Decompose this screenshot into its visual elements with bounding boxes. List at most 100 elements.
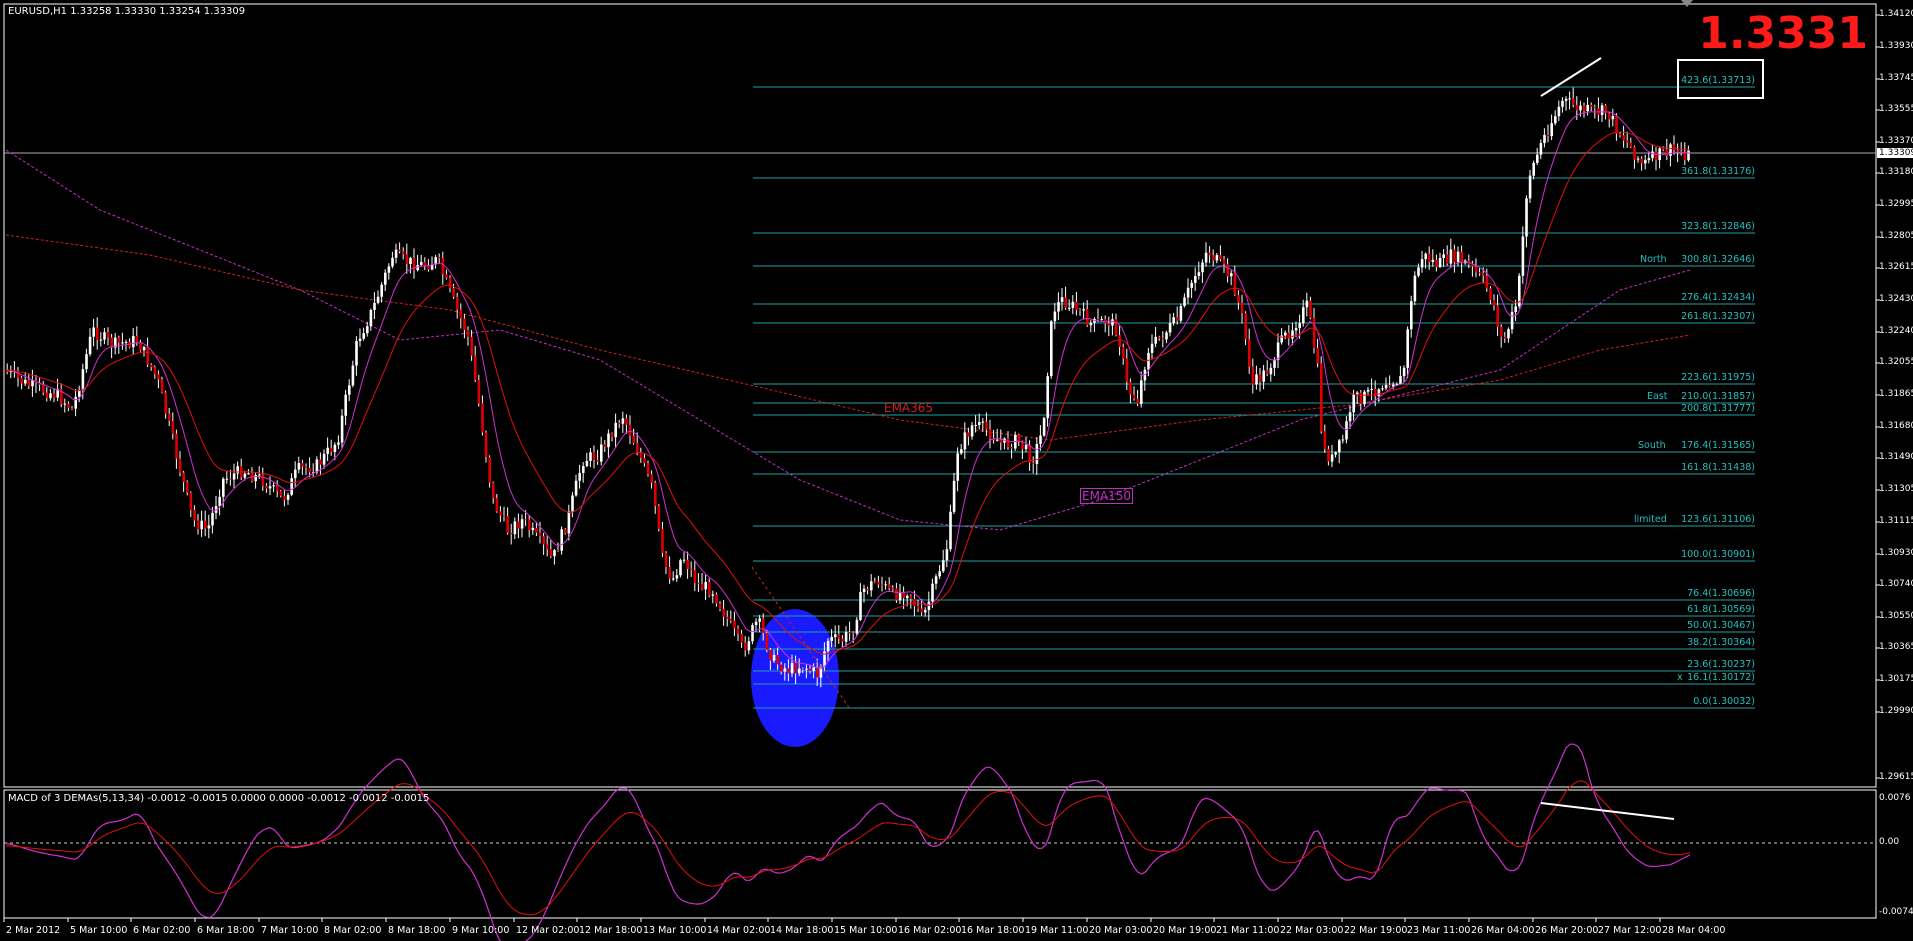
candle-body: [1323, 431, 1327, 449]
candle-body: [1658, 148, 1661, 161]
candle-body: [528, 519, 531, 531]
candle-body: [1316, 348, 1319, 364]
candle-body: [603, 444, 607, 448]
candle-body: [772, 654, 776, 661]
candle-body: [1500, 326, 1503, 337]
candle-body: [1197, 272, 1201, 277]
candle-body: [1485, 275, 1489, 289]
candle-body: [294, 469, 297, 479]
candle-body: [1471, 264, 1474, 267]
candle-body: [1417, 267, 1420, 276]
candle-body: [49, 393, 52, 399]
fib-level-label: 200.8(1.31777): [1681, 403, 1755, 414]
candle-body: [211, 512, 214, 526]
time-axis-label: 12 Mar 02:00: [516, 925, 580, 936]
time-axis-label: 15 Mar 10:00: [834, 925, 898, 936]
candle-body: [520, 519, 524, 529]
candle-body: [1320, 363, 1323, 432]
candle-body: [452, 288, 455, 297]
candle-body: [308, 467, 311, 473]
candle-body: [1449, 249, 1453, 264]
candle-body: [1078, 309, 1082, 311]
candle-body: [1622, 135, 1625, 141]
candle-body: [1266, 370, 1269, 375]
candle-body: [1521, 236, 1525, 276]
candle-body: [1557, 106, 1561, 117]
candle-body: [1114, 319, 1118, 336]
candle-body: [92, 327, 95, 337]
candle-body: [24, 379, 27, 384]
fibonacci-levels[interactable]: [753, 86, 1755, 709]
candle-body: [1435, 259, 1438, 267]
candle-body: [1057, 302, 1060, 312]
candle-body: [459, 309, 463, 319]
candle-body: [135, 336, 139, 343]
candle-body: [1010, 446, 1013, 449]
candle-body: [1626, 140, 1629, 143]
candle-body: [1269, 367, 1273, 375]
candle-body: [337, 442, 340, 445]
candle-body: [1352, 394, 1355, 413]
candle-body: [1017, 434, 1021, 442]
candle-body: [1582, 105, 1586, 112]
chart-shift-arrow-icon[interactable]: [1681, 0, 1693, 7]
candle-body: [1136, 398, 1139, 404]
candle-body: [103, 332, 106, 340]
fib-level-label: 276.4(1.32434): [1681, 292, 1755, 303]
candle-body: [276, 485, 279, 492]
candle-body: [42, 384, 45, 393]
candle-body: [229, 478, 232, 480]
candle-body: [283, 495, 286, 500]
candle-body: [1075, 301, 1078, 310]
candle-body: [945, 549, 949, 561]
candle-body: [866, 588, 869, 591]
candle-body: [974, 424, 977, 426]
candle-body: [708, 582, 711, 596]
candle-body: [895, 588, 898, 601]
time-axis-label: 8 Mar 18:00: [388, 925, 446, 936]
candle-body: [1363, 391, 1366, 404]
candle-body: [722, 608, 725, 617]
candle-body: [1640, 158, 1643, 164]
candle-body: [585, 460, 589, 467]
candle-body: [31, 380, 34, 387]
candle-body: [1564, 98, 1568, 101]
candle-body: [1510, 311, 1514, 330]
candle-body: [1636, 158, 1640, 160]
candle-body: [902, 592, 905, 599]
candle-body: [438, 257, 441, 259]
candle-body: [420, 262, 423, 265]
fib-level-label: 361.8(1.33176): [1681, 166, 1755, 177]
candle-body: [1334, 452, 1337, 455]
candle-body: [1251, 366, 1255, 385]
time-axis-label: 23 Mar 11:00: [1407, 925, 1471, 936]
time-axis-label: 9 Mar 10:00: [452, 925, 510, 936]
candle-body: [531, 527, 535, 531]
candle-body: [1222, 259, 1226, 265]
candle-body: [1611, 116, 1615, 120]
time-axis-label: 20 Mar 03:00: [1089, 925, 1153, 936]
candle-body: [441, 258, 445, 275]
candle-body: [1287, 332, 1291, 339]
candle-body: [290, 478, 293, 495]
macd-axis-label: 0.00: [1879, 837, 1900, 847]
candle-body: [1212, 255, 1215, 261]
candle-body: [679, 560, 682, 576]
candle-body: [826, 640, 830, 652]
candle-body: [1255, 374, 1258, 385]
candle-body: [578, 472, 581, 481]
fib-level-label: 300.8(1.32646): [1681, 254, 1755, 265]
fast-ma-red: [5, 131, 1691, 655]
candle-body: [466, 329, 470, 337]
candle-body: [1021, 441, 1024, 450]
time-axis-label: 16 Mar 18:00: [961, 925, 1025, 936]
candle-body: [668, 566, 671, 579]
chart-window[interactable]: EURUSD,H1 1.33258 1.33330 1.33254 1.3330…: [0, 0, 1913, 941]
candle-body: [1402, 367, 1406, 377]
candle-body: [776, 654, 779, 665]
candle-body: [1089, 322, 1093, 326]
candle-body: [1147, 352, 1150, 370]
candle-body: [1208, 252, 1211, 256]
candle-body: [330, 447, 333, 453]
candle-body: [1503, 336, 1507, 339]
